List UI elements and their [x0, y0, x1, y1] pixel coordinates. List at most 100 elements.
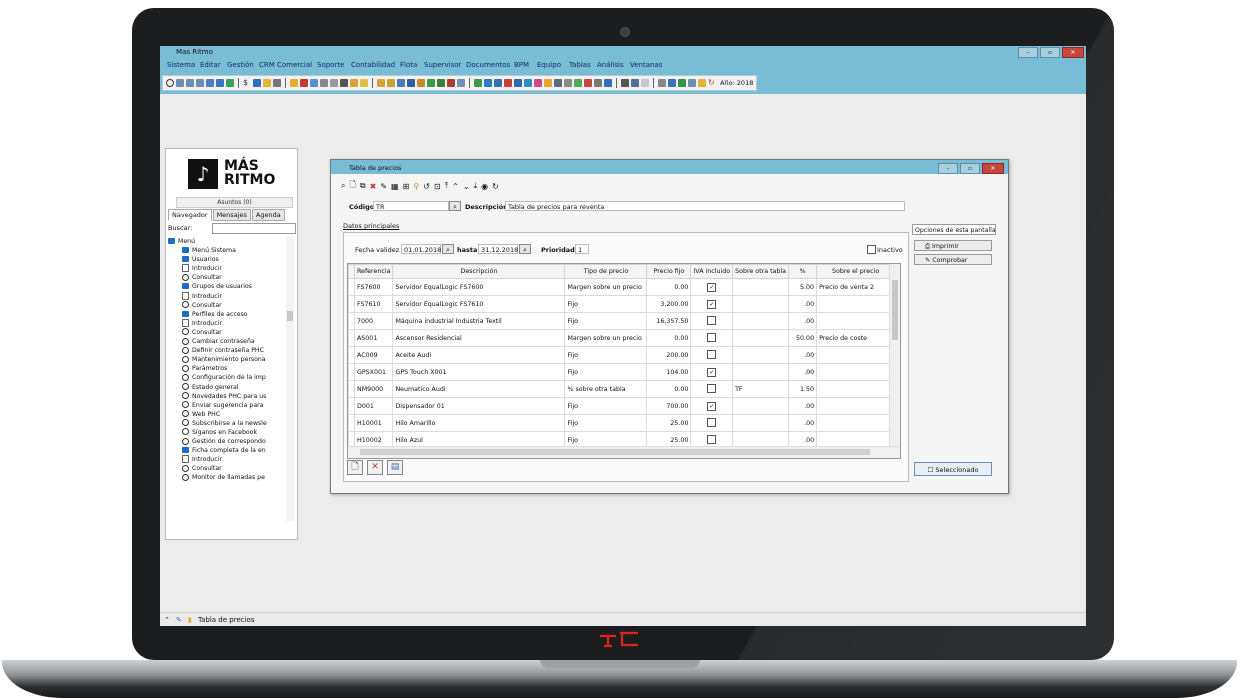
cell-tipo-precio[interactable]: Fijo — [564, 295, 648, 313]
tree-item[interactable]: Síganos en Facebook — [168, 428, 286, 437]
minimize-button[interactable]: – — [1018, 47, 1038, 58]
check-icon[interactable] — [574, 79, 582, 87]
cell-precio-fijo[interactable]: 25.00 — [646, 414, 692, 432]
stock-icon[interactable] — [310, 79, 318, 87]
cell-descripcion[interactable]: Ascensor Residencial — [392, 329, 566, 347]
cell-referencia[interactable]: NM9000 — [353, 380, 394, 398]
cell-sobre-el-precio[interactable] — [816, 414, 896, 432]
iva-checkbox[interactable] — [707, 434, 717, 444]
cell-sobre-el-precio[interactable] — [816, 380, 896, 398]
menu-supervisor[interactable]: Supervisor — [424, 61, 461, 69]
fecha-hasta-picker-button[interactable]: ⌕ — [519, 244, 531, 254]
tree-item[interactable]: Grupos de usuarios — [168, 282, 286, 291]
dollar-icon[interactable]: $ — [243, 79, 251, 87]
iva-checkbox[interactable]: ✓ — [707, 282, 717, 292]
restore-button[interactable]: ▫ — [1040, 47, 1060, 58]
cell-precio-fijo[interactable]: 0.00 — [646, 380, 692, 398]
budget-icon[interactable] — [564, 79, 572, 87]
fecha-desde-picker-button[interactable]: ⌕ — [442, 244, 454, 254]
refresh-icon[interactable] — [196, 79, 204, 87]
sales-icon[interactable] — [290, 79, 298, 87]
tree-item[interactable]: Estado general — [168, 383, 286, 392]
cell-sobre-el-precio[interactable] — [816, 346, 896, 364]
delete-icon[interactable]: ✖ — [370, 182, 377, 191]
cell-referencia[interactable]: 7000 — [353, 312, 394, 330]
tab-agenda[interactable]: Agenda — [251, 209, 285, 221]
cell-iva-incluido[interactable]: ✓ — [690, 295, 734, 313]
screen-options-dropdown[interactable]: Opciones de esta pantalla — [912, 224, 996, 235]
edit-row-button[interactable]: ▤ — [387, 460, 403, 475]
menu-gestion[interactable]: Gestión — [227, 61, 254, 69]
cell-referencia[interactable]: AS001 — [353, 329, 394, 347]
tree-item[interactable]: Definir contraseña PHC — [168, 346, 286, 355]
inactivo-checkbox[interactable] — [867, 245, 876, 254]
cell-sobre-el-precio[interactable]: Precio de coste — [816, 329, 896, 347]
tree-icon[interactable]: ⊞ — [403, 182, 410, 191]
cell-iva-incluido[interactable] — [690, 380, 734, 398]
table-row[interactable]: H10001 Hilo Amarillo Fijo 25.00 .00 — [348, 414, 896, 432]
tree-item[interactable]: Cambiar contraseña — [168, 337, 286, 346]
terminal-icon[interactable] — [621, 79, 629, 87]
cell-sobre-el-precio[interactable]: Precio de venta 2 — [816, 278, 896, 296]
col-precio-fijo[interactable]: Precio fijo — [646, 264, 692, 279]
tab-mensajes[interactable]: Mensajes — [212, 209, 251, 221]
analysis-icon[interactable] — [604, 79, 612, 87]
mail-icon[interactable] — [350, 79, 358, 87]
tree-item[interactable]: Consultar — [168, 273, 286, 282]
favorites-icon[interactable] — [698, 79, 706, 87]
cell-tipo-precio[interactable]: Fijo — [564, 414, 648, 432]
receipts-icon[interactable] — [534, 79, 542, 87]
col-referencia[interactable]: Referencia — [353, 264, 394, 279]
assets-icon[interactable] — [554, 79, 562, 87]
grid-horizontal-scrollbar[interactable] — [348, 446, 900, 458]
tree-item[interactable]: Menú Sistema — [168, 246, 286, 255]
tree-item[interactable]: Consultar — [168, 328, 286, 337]
truck-icon[interactable] — [417, 79, 425, 87]
cell-descripcion[interactable]: Dispensador 01 — [392, 397, 566, 415]
fecha-desde-field[interactable]: 01.01.2018 — [401, 244, 441, 254]
cell-iva-incluido[interactable]: ✓ — [690, 363, 734, 381]
cell-descripcion[interactable]: GPS Touch X001 — [392, 363, 566, 381]
search-tool-icon[interactable] — [330, 79, 338, 87]
menu-contabilidad[interactable]: Contabilidad — [351, 61, 395, 69]
cell-sobre-otra-tabla[interactable] — [732, 414, 790, 432]
cell-descripcion[interactable]: Neumatico Audi — [392, 380, 566, 398]
page-icon[interactable] — [641, 79, 649, 87]
tree-scroll-thumb[interactable] — [287, 311, 293, 321]
record-icon[interactable] — [166, 79, 174, 87]
cell-porcentaje[interactable]: 5.00 — [788, 278, 818, 296]
cell-porcentaje[interactable]: 1.50 — [788, 380, 818, 398]
cell-sobre-el-precio[interactable] — [816, 312, 896, 330]
cell-precio-fijo[interactable]: 200.00 — [646, 346, 692, 364]
cell-iva-incluido[interactable]: ✓ — [690, 278, 734, 296]
tree-item[interactable]: Web PHC — [168, 410, 286, 419]
edit-icon[interactable]: ✎ — [380, 182, 387, 191]
grid-icon[interactable] — [226, 79, 234, 87]
last-record-icon[interactable]: ⤓ — [474, 181, 478, 191]
menu-equipo[interactable]: Equipo — [537, 61, 561, 69]
users-icon[interactable] — [397, 79, 405, 87]
alert-icon[interactable] — [584, 79, 592, 87]
tree-item[interactable]: Usuarios — [168, 255, 286, 264]
chart-icon[interactable] — [437, 79, 445, 87]
reload-icon[interactable]: ↻ — [492, 182, 499, 191]
cell-sobre-el-precio[interactable] — [816, 363, 896, 381]
cell-sobre-otra-tabla[interactable] — [732, 278, 790, 296]
tree-item[interactable]: Ficha completa de la en — [168, 446, 286, 455]
edit-page-icon[interactable] — [668, 79, 676, 87]
comprobar-button[interactable]: ✎ Comprobar — [914, 254, 992, 265]
duplicate-icon[interactable]: ⧉ — [360, 181, 366, 191]
cell-porcentaje[interactable]: .00 — [788, 397, 818, 415]
tree-item[interactable]: Configuración de la imp — [168, 373, 286, 382]
tree-item[interactable]: Introducir — [168, 318, 286, 328]
iva-checkbox[interactable]: ✓ — [707, 299, 717, 309]
cell-tipo-precio[interactable]: Fijo — [564, 397, 648, 415]
preview-icon[interactable]: ⊡ — [434, 182, 441, 191]
cell-sobre-el-precio[interactable] — [816, 295, 896, 313]
tab-navegador[interactable]: Navegador — [168, 209, 212, 221]
tab-datos-principales[interactable]: Datos principales — [343, 222, 399, 230]
cell-tipo-precio[interactable]: Fijo — [564, 312, 648, 330]
cell-sobre-otra-tabla[interactable]: TF — [732, 380, 790, 398]
prioridad-field[interactable]: 1 — [575, 244, 589, 254]
cell-sobre-otra-tabla[interactable] — [732, 312, 790, 330]
